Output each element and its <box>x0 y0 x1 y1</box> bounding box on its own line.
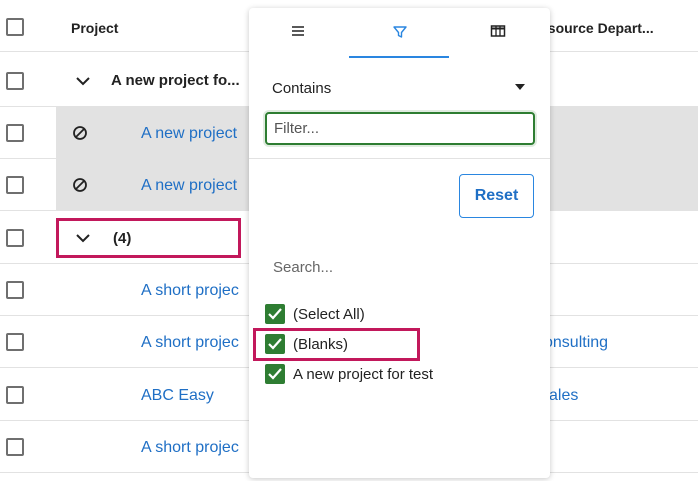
checkmark-icon <box>268 368 282 380</box>
row-checkbox[interactable] <box>6 438 24 456</box>
project-link[interactable]: A short projec <box>141 334 239 352</box>
checkbox-checked[interactable] <box>265 304 285 324</box>
tab-columns[interactable] <box>449 8 549 58</box>
project-link[interactable]: A new project <box>141 177 237 195</box>
row-checkbox[interactable] <box>6 281 24 299</box>
tab-filter[interactable] <box>349 8 449 58</box>
header-select-all-checkbox[interactable] <box>6 18 24 36</box>
hamburger-icon <box>292 26 304 36</box>
option-label: (Select All) <box>293 306 365 323</box>
no-entry-icon <box>73 126 87 140</box>
resource-department-column-header[interactable]: esource Depart... <box>540 20 654 36</box>
option-label: A new project for test <box>293 366 434 383</box>
tab-general-menu[interactable] <box>249 8 349 58</box>
filter-icon <box>393 26 407 38</box>
filter-operator-select[interactable]: Contains <box>272 80 331 97</box>
row-checkbox[interactable] <box>6 386 24 404</box>
column-filter-popup: Contains Reset (Select All) (Blanks) A n… <box>249 8 550 478</box>
highlight-box <box>253 328 420 361</box>
filter-option-select-all[interactable]: (Select All) <box>265 304 465 326</box>
checkbox-checked[interactable] <box>265 364 285 384</box>
department-link[interactable]: ales <box>549 387 578 405</box>
row-checkbox[interactable] <box>6 333 24 351</box>
divider <box>249 158 550 159</box>
row-checkbox[interactable] <box>6 124 24 142</box>
no-entry-icon <box>73 178 87 192</box>
filter-option-new-project[interactable]: A new project for test <box>265 364 525 386</box>
search-input[interactable] <box>265 254 535 280</box>
filter-input[interactable] <box>265 112 535 145</box>
project-column-header[interactable]: Project <box>71 20 118 36</box>
chevron-down-icon[interactable] <box>515 84 525 90</box>
project-link[interactable]: A new project <box>141 125 237 143</box>
highlight-box <box>56 218 241 258</box>
row-checkbox[interactable] <box>6 176 24 194</box>
department-link[interactable]: onsulting <box>544 334 608 352</box>
chevron-down-icon[interactable] <box>74 72 92 90</box>
filter-popup-tabs <box>249 8 550 58</box>
project-link[interactable]: ABC Easy <box>141 387 214 405</box>
reset-button[interactable]: Reset <box>459 174 534 218</box>
project-link[interactable]: A short projec <box>141 282 239 300</box>
project-link[interactable]: A short projec <box>141 439 239 457</box>
checkmark-icon <box>268 308 282 320</box>
row-checkbox[interactable] <box>6 229 24 247</box>
columns-icon <box>490 25 506 37</box>
group-label: A new project fo... <box>111 72 240 89</box>
row-checkbox[interactable] <box>6 72 24 90</box>
